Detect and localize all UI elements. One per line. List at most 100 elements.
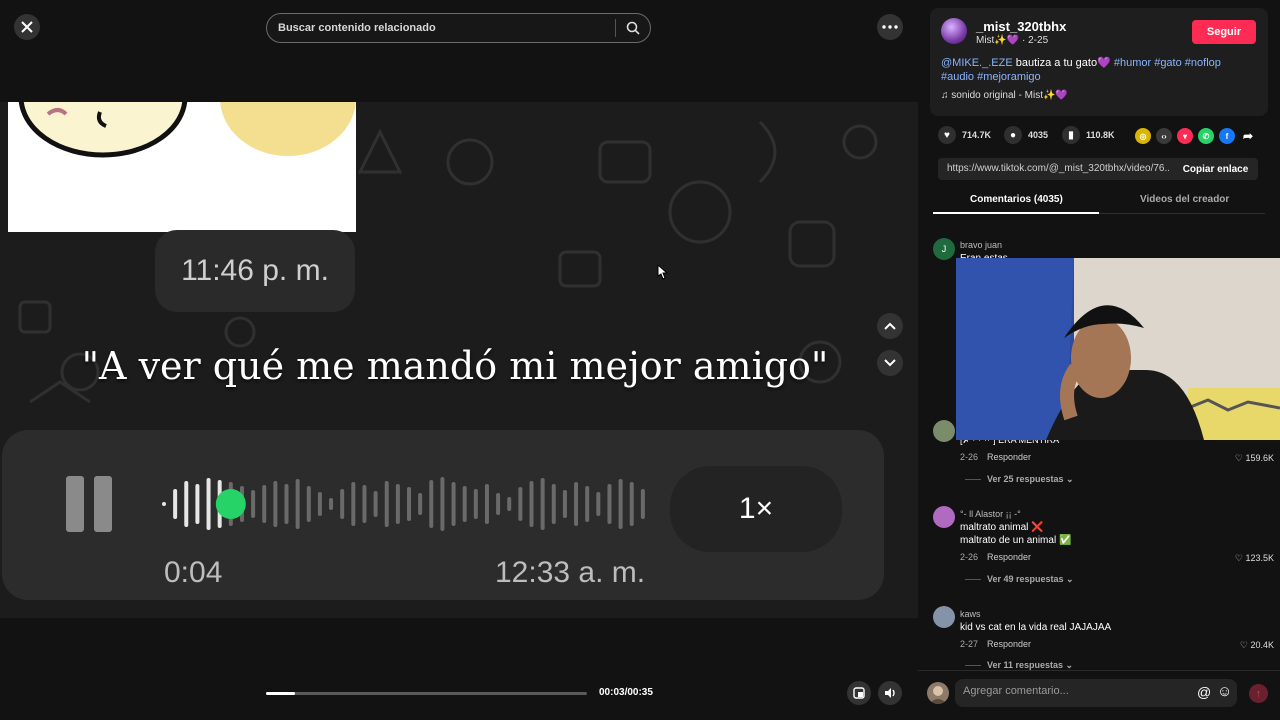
copy-link-button[interactable]: Copiar enlace (1173, 158, 1258, 180)
mention-icon[interactable]: @ (1197, 684, 1211, 700)
like-count: 714.7K (962, 130, 992, 140)
waveform-bar (574, 482, 579, 526)
waveform-bar (317, 492, 322, 516)
like-count: 20.4K (1250, 640, 1274, 650)
like-count: 159.6K (1245, 453, 1274, 463)
waveform-bar (206, 478, 211, 530)
voice-message: 1× 0:04 12:33 a. m. (2, 430, 884, 600)
author-meta: Mist✨💜 · 2-25 (976, 35, 1049, 46)
tab-creator-videos[interactable]: Videos del creador (1140, 194, 1229, 205)
speed-indicator: 1× (670, 466, 842, 552)
comment-avatar[interactable] (933, 606, 955, 628)
send-to-friend-icon[interactable]: ▾ (1177, 128, 1193, 144)
comment-text: maltrato animal ❌ (960, 522, 1044, 533)
comment-likes[interactable]: ♡ 20.4K (1240, 640, 1274, 651)
view-replies-button[interactable]: Ver 49 respuestas ⌄ (965, 574, 1074, 585)
heart-icon: ♡ (1234, 453, 1246, 463)
comment-avatar[interactable] (933, 506, 955, 528)
video-time-readout: 00:03/00:35 (599, 687, 653, 698)
playhead-dot[interactable] (215, 489, 246, 519)
mini-player-icon (853, 687, 865, 699)
waveform-bar (373, 491, 378, 517)
volume-button[interactable] (878, 681, 902, 705)
video-progress-bar[interactable] (266, 692, 587, 695)
waveform-bar (407, 487, 411, 521)
comment-user[interactable]: bravo juan (960, 240, 1002, 250)
search-box[interactable] (266, 13, 651, 43)
emoji-icon[interactable]: ☺ (1217, 683, 1232, 700)
facebook-icon[interactable]: f (1219, 128, 1235, 144)
comment-text: kid vs cat en la vida real JAJAJAA (960, 622, 1112, 633)
reply-button[interactable]: Responder (987, 552, 1031, 562)
video-frame[interactable]: 11:46 p. m. "A ver qué me mandó mi mejor… (0, 102, 918, 618)
comment-likes[interactable]: ♡ 159.6K (1235, 453, 1274, 464)
waveform-bar (329, 498, 334, 510)
close-icon (21, 21, 33, 33)
close-button[interactable] (14, 14, 40, 40)
author-avatar[interactable] (941, 18, 967, 44)
search-input[interactable] (267, 22, 615, 34)
heart-icon: ♡ (1234, 553, 1246, 563)
comment-user[interactable]: kaws (960, 609, 981, 619)
avatar-image (929, 686, 947, 704)
current-user-avatar (927, 682, 949, 704)
waveform-bar (262, 485, 267, 523)
comment-button[interactable]: ● 4035 (1004, 126, 1048, 144)
tab-comments[interactable]: Comentarios (4035) (970, 194, 1063, 205)
next-video-button[interactable] (877, 350, 903, 376)
share-arrow-icon[interactable]: ➦ (1240, 128, 1256, 144)
video-description: @MIKE._.EZE bautiza a tu gato💜 #humor #g… (941, 56, 1241, 84)
comment-bar: @ ☺ ↑ (918, 670, 1280, 720)
comment-date: 2-27 (960, 639, 979, 649)
follow-button[interactable]: Seguir (1192, 20, 1256, 44)
waveform-bar (529, 481, 534, 527)
comment-avatar[interactable] (933, 420, 955, 442)
sound-link[interactable]: ♫ sonido original - Mist✨💜 (941, 90, 1068, 101)
comment-user[interactable]: °- ll Alastor ¡¡ -° (960, 509, 1021, 519)
coin-share-icon[interactable]: ◎ (1135, 128, 1151, 144)
voice-elapsed: 0:04 (164, 556, 223, 589)
comment-avatar[interactable]: J (933, 238, 955, 260)
search-button[interactable] (616, 14, 650, 42)
action-bar: ♥ 714.7K ● 4035 ▮ 110.8K ◎ ‹› ▾ ✆ f ➦ (938, 126, 1268, 146)
comment-likes[interactable]: ♡ 123.5K (1235, 553, 1274, 564)
pause-icon (64, 476, 116, 534)
author-card: _mist_320tbhx Mist✨💜 · 2-25 Seguir @MIKE… (930, 8, 1268, 116)
reply-button[interactable]: Responder (987, 639, 1031, 649)
waveform-bar (295, 479, 300, 529)
waveform-bar (440, 477, 445, 531)
author-name[interactable]: _mist_320tbhx (976, 19, 1066, 34)
description-mention[interactable]: @MIKE._.EZE (941, 57, 1013, 69)
comment-input[interactable] (963, 685, 1183, 697)
webcam-overlay (956, 258, 1280, 440)
waveform-bar (184, 481, 189, 527)
heart-icon: ♡ (1239, 640, 1251, 650)
comment-input-box[interactable]: @ ☺ (955, 679, 1237, 707)
waveform-bar (473, 489, 478, 519)
search-icon (626, 21, 640, 35)
waveform-bar (173, 489, 178, 519)
send-comment-button[interactable]: ↑ (1249, 684, 1268, 703)
cursor-icon (657, 264, 668, 280)
waveform-bar (507, 497, 512, 511)
waveform-bar (162, 502, 166, 506)
whatsapp-icon[interactable]: ✆ (1198, 128, 1214, 144)
save-button[interactable]: ▮ 110.8K (1062, 126, 1115, 144)
embed-icon[interactable]: ‹› (1156, 128, 1172, 144)
volume-icon (884, 688, 895, 698)
like-button[interactable]: ♥ 714.7K (938, 126, 991, 144)
mini-player-button[interactable] (847, 681, 871, 705)
waveform-bar (496, 493, 501, 515)
view-replies-button[interactable]: Ver 25 respuestas ⌄ (965, 474, 1074, 485)
video-url: https://www.tiktok.com/@_mist_320tbhx/vi… (947, 163, 1169, 174)
previous-video-button[interactable] (877, 313, 903, 339)
reply-button[interactable]: Responder (987, 452, 1031, 462)
sticker-image (8, 102, 356, 232)
waveform-bar (284, 484, 289, 524)
view-replies-button[interactable]: Ver 11 respuestas ⌄ (965, 660, 1073, 670)
waveform-bar (596, 492, 601, 516)
waveform-bar (251, 490, 256, 518)
more-options-button[interactable] (877, 14, 903, 40)
comment-date: 2-26 (960, 452, 979, 462)
arrow-up-icon: ↑ (1255, 687, 1262, 700)
